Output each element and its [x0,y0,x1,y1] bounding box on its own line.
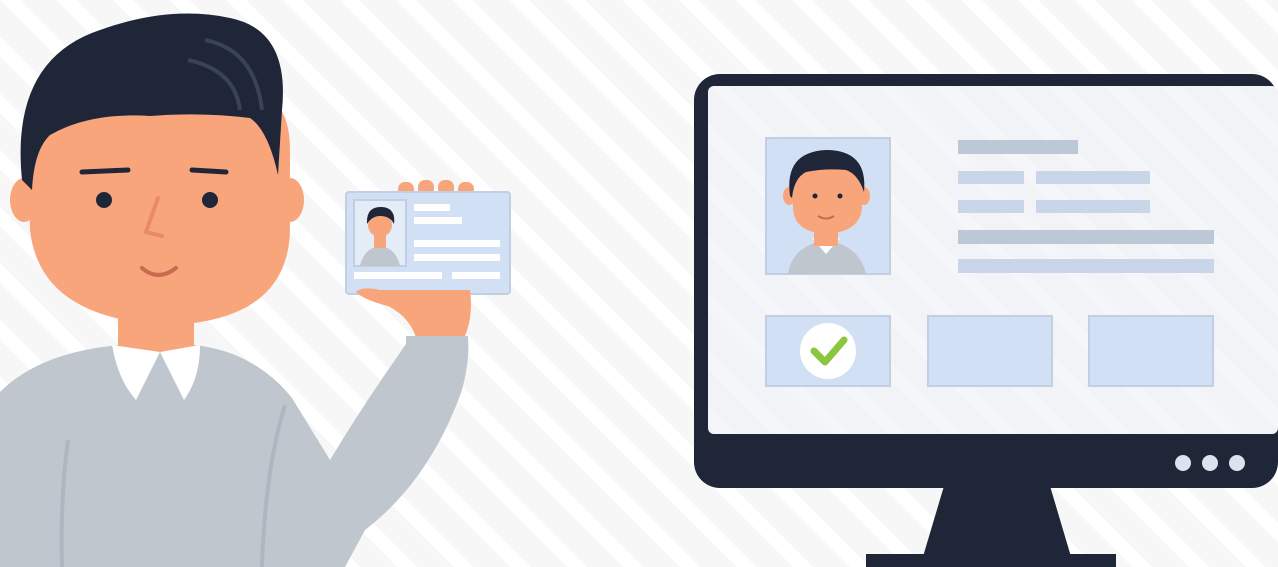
info-line [958,259,1214,273]
power-indicator-icon [1202,455,1218,471]
sleeve-cuff [406,336,468,348]
info-line [958,230,1214,244]
info-line [958,140,1078,154]
status-tile [1088,315,1214,387]
check-badge [800,323,856,379]
id-card [345,191,511,295]
power-indicator-icon [1175,455,1191,471]
profile-photo [765,137,891,275]
eye-left [96,192,112,208]
info-line [958,200,1024,213]
eyebrow-left [79,167,131,175]
info-line [958,171,1024,184]
eye-right [202,192,218,208]
info-line [1036,200,1150,213]
eyebrow-right [189,167,229,175]
status-tile [927,315,1053,387]
monitor-stand-neck [922,486,1072,560]
power-indicator-icon [1229,455,1245,471]
identity-verification-illustration [0,0,1278,567]
info-line [1036,171,1150,184]
monitor-stand-base [866,554,1116,567]
